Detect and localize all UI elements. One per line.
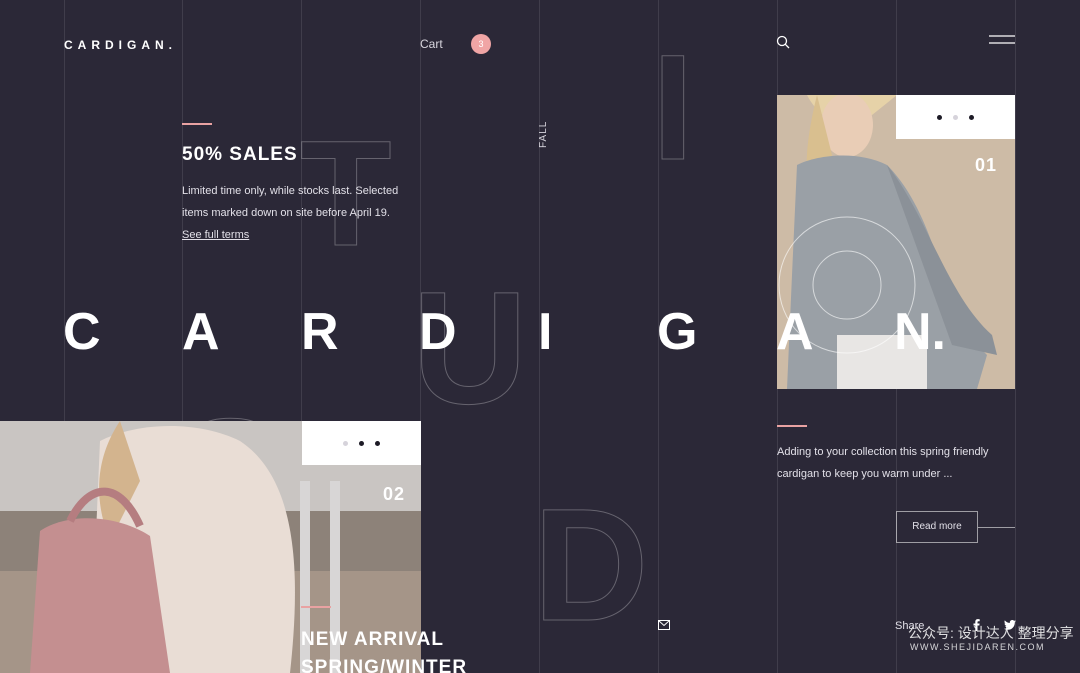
hero-letter: D: [419, 303, 457, 361]
new-arrival-line-1: NEW ARRIVAL: [301, 629, 444, 650]
carousel-dot[interactable]: [937, 114, 942, 120]
new-arrival-heading: NEW ARRIVAL SPRING/WINTER: [301, 626, 467, 673]
hero-letter: A: [182, 303, 220, 361]
carousel-dot[interactable]: [969, 114, 974, 120]
logo[interactable]: CARDIGAN.: [64, 38, 177, 52]
card-number-01: 01: [975, 155, 998, 175]
read-more-line: [978, 527, 1015, 528]
grid-line: [1015, 0, 1016, 673]
arrival-accent-line: [301, 606, 331, 608]
carousel-dots: [896, 95, 1015, 139]
hero-letter: A: [776, 303, 814, 361]
carousel-dot[interactable]: [953, 114, 958, 120]
cart-link[interactable]: Cart: [420, 37, 443, 51]
watermark-en: WWW.SHEJIDAREN.COM: [910, 642, 1045, 652]
carousel-dots: [302, 421, 421, 465]
card-number-02: 02: [383, 484, 406, 504]
carousel-dot[interactable]: [359, 440, 364, 446]
hero-letter: G: [657, 303, 698, 361]
outline-letter-i: I: [652, 23, 695, 191]
sales-title: 50% SALES: [182, 144, 298, 165]
hero-letter: N.: [894, 303, 946, 361]
watermark-cn: 公众号: 设计达人 整理分享: [908, 625, 1074, 641]
menu-icon[interactable]: [987, 34, 1015, 46]
mail-icon[interactable]: [658, 620, 670, 630]
hero-letter: I: [538, 303, 553, 361]
description-accent-line: [777, 425, 807, 427]
hero-letter: C: [63, 303, 101, 361]
carousel-dot[interactable]: [343, 440, 348, 446]
new-arrival-line-2: SPRING/WINTER: [301, 657, 468, 673]
see-full-terms-link[interactable]: See full terms: [182, 229, 249, 241]
read-more-button[interactable]: Read more: [896, 511, 978, 543]
hero-letter: R: [301, 303, 339, 361]
search-icon[interactable]: [776, 35, 790, 49]
sales-description: Limited time only, while stocks last. Se…: [182, 185, 399, 219]
carousel-dot[interactable]: [375, 440, 380, 446]
sales-accent-line: [182, 123, 212, 125]
fall-label: FALL: [538, 120, 549, 148]
product-description: Adding to your collection this spring fr…: [777, 446, 989, 480]
outline-letter-d: D: [533, 475, 650, 654]
cart-count-badge[interactable]: 3: [471, 34, 491, 54]
